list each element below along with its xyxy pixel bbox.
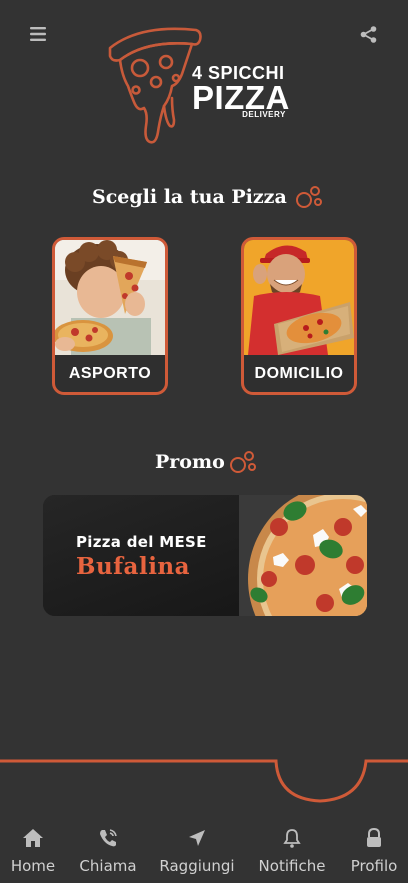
child-eating-pizza-photo <box>55 240 165 355</box>
decorative-circles-icon <box>295 186 322 208</box>
nav-label-raggiungi: Raggiungi <box>159 857 235 875</box>
navigation-arrow-icon <box>188 825 206 851</box>
hamburger-menu-icon[interactable] <box>25 21 51 47</box>
bottom-navigation: Home Chiama Raggiungi Notifiche Profilo <box>0 825 408 883</box>
section-title-text: Scegli la tua Pizza <box>92 186 287 208</box>
nav-item-notifiche[interactable]: Notifiche <box>252 825 332 875</box>
share-icon[interactable] <box>355 21 381 47</box>
nav-label-notifiche: Notifiche <box>258 857 326 875</box>
home-icon <box>22 825 44 851</box>
bell-icon <box>283 825 301 851</box>
nav-item-chiama[interactable]: Chiama <box>68 825 148 875</box>
delivery-man-with-pizza-photo <box>244 240 354 355</box>
promo-text: Pizza del MESE Bufalina <box>76 533 207 580</box>
logo-text: 4 SPICCHI PIZZA DELIVERY <box>192 64 290 119</box>
nav-label-home: Home <box>10 857 56 875</box>
nav-label-chiama: Chiama <box>79 857 137 875</box>
lock-icon <box>365 825 383 851</box>
promo-pizza-name: Bufalina <box>76 553 191 580</box>
nav-label-profilo: Profilo <box>350 857 398 875</box>
nav-item-home[interactable]: Home <box>0 825 73 875</box>
decorative-circles-icon <box>229 451 256 473</box>
domicilio-label: DOMICILIO <box>254 364 344 382</box>
bottom-bar-divider <box>0 759 408 803</box>
brand-logo: 4 SPICCHI PIZZA DELIVERY <box>100 22 315 152</box>
domicilio-card[interactable]: DOMICILIO <box>241 237 357 395</box>
promo-subtitle: Pizza del MESE <box>76 533 207 551</box>
section-title-choose: Scegli la tua Pizza <box>92 185 323 209</box>
promo-banner[interactable]: Pizza del MESE Bufalina <box>43 495 367 616</box>
nav-item-profilo[interactable]: Profilo <box>334 825 408 875</box>
asporto-label: ASPORTO <box>68 364 152 382</box>
asporto-card[interactable]: ASPORTO <box>52 237 168 395</box>
promo-title-text: Promo <box>155 451 225 473</box>
section-title-promo: Promo <box>155 450 257 474</box>
nav-item-raggiungi[interactable]: Raggiungi <box>157 825 237 875</box>
phone-icon <box>98 825 118 851</box>
